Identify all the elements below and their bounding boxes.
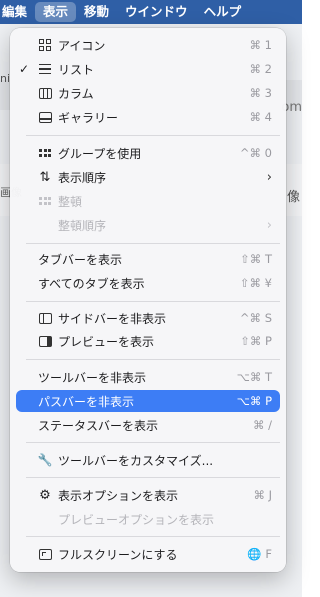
- chevron-right-icon: ›: [266, 217, 272, 233]
- gallery-icon: [38, 110, 52, 124]
- sidebar-icon: [38, 311, 52, 325]
- menu-item-label: すべてのタブを表示: [38, 276, 145, 291]
- menu-item-shortcut: ⌘ 4: [249, 110, 272, 124]
- gear-icon: ⚙: [39, 487, 51, 503]
- menu-item-shortcut: ^⌘ S: [239, 311, 272, 325]
- menu-item-show-status-bar[interactable]: ステータスバーを表示 ⌘ /: [16, 414, 280, 436]
- menu-item-label: 表示順序: [58, 170, 107, 185]
- menu-item-clean-up-by: 整頓順序 ›: [16, 214, 280, 236]
- menu-separator: [26, 477, 280, 478]
- menubar-view[interactable]: 表示: [35, 2, 77, 22]
- menu-item-columns[interactable]: カラム ⌘ 3: [16, 82, 280, 104]
- menu-item-label: ステータスバーを表示: [38, 418, 159, 433]
- menu-item-show-preview-options: プレビューオプションを表示: [16, 508, 280, 530]
- menu-item-label: フルスクリーンにする: [58, 547, 178, 562]
- menu-item-list[interactable]: ✓ リスト ⌘ 2: [16, 58, 280, 80]
- menu-item-customize-toolbar[interactable]: 🔧 ツールバーをカスタマイズ...: [16, 449, 280, 471]
- menu-item-label: 整頓順序: [58, 218, 107, 233]
- menu-item-hide-sidebar[interactable]: サイドバーを非表示 ^⌘ S: [16, 307, 280, 329]
- menu-item-shortcut: ⇧⌘ T: [240, 252, 272, 266]
- wrench-icon: 🔧: [37, 453, 53, 467]
- menu-item-show-all-tabs[interactable]: すべてのタブを表示 ⇧⌘ ¥: [16, 272, 280, 294]
- background-fragment-left: ni: [0, 72, 11, 85]
- menu-separator: [26, 135, 280, 136]
- chevron-right-icon: ›: [266, 169, 272, 185]
- menu-item-label: グループを使用: [58, 146, 142, 161]
- menu-item-shortcut: ⌘ 3: [249, 86, 272, 100]
- background-fragment-right2: 像: [286, 190, 300, 205]
- menu-item-hide-path-bar[interactable]: パスバーを非表示 ⌥⌘ P: [16, 390, 280, 412]
- view-menu: アイコン ⌘ 1 ✓ リスト ⌘ 2 カラム ⌘ 3 ギャラリー ⌘ 4 グルー…: [10, 28, 286, 572]
- menu-item-shortcut: 🌐 F: [247, 547, 272, 561]
- menu-item-shortcut: ⌥⌘ T: [236, 370, 272, 384]
- menu-item-label: カラム: [58, 86, 94, 101]
- menu-item-icons[interactable]: アイコン ⌘ 1: [16, 34, 280, 56]
- menu-item-label: プレビューを表示: [58, 334, 155, 349]
- menu-item-shortcut: ⇧⌘ ¥: [239, 276, 272, 290]
- menu-item-label: アイコン: [58, 38, 106, 53]
- menu-item-use-groups[interactable]: グループを使用 ^⌘ 0: [16, 142, 280, 164]
- preview-pane-icon: [38, 334, 52, 348]
- list-icon: [38, 62, 52, 76]
- menu-item-shortcut: ⇧⌘ P: [240, 334, 272, 348]
- fullscreen-icon: [38, 547, 52, 561]
- menubar-edit[interactable]: 編集: [0, 2, 35, 22]
- menu-item-label: タブバーを表示: [38, 252, 123, 267]
- menu-item-shortcut: ⌘ 1: [249, 38, 272, 52]
- columns-icon: [38, 86, 52, 100]
- menu-item-label: ツールバーを非表示: [38, 370, 147, 385]
- menu-item-sort-by[interactable]: ⇅ 表示順序 ›: [16, 166, 280, 188]
- menu-item-gallery[interactable]: ギャラリー ⌘ 4: [16, 106, 280, 128]
- menu-item-clean-up: 整頓: [16, 190, 280, 212]
- menu-bar: 編集 表示 移動 ウインドウ ヘルプ: [0, 0, 302, 24]
- menu-separator: [26, 359, 280, 360]
- menu-item-shortcut: ^⌘ 0: [239, 146, 272, 160]
- menu-item-shortcut: ⌘ J: [253, 488, 272, 502]
- menu-item-show-preview[interactable]: プレビューを表示 ⇧⌘ P: [16, 330, 280, 352]
- clean-up-icon: [38, 194, 52, 208]
- menu-item-show-view-options[interactable]: ⚙ 表示オプションを表示 ⌘ J: [16, 484, 280, 506]
- menubar-go[interactable]: 移動: [76, 2, 117, 22]
- menu-item-hide-toolbar[interactable]: ツールバーを非表示 ⌥⌘ T: [16, 366, 280, 388]
- menubar-help[interactable]: ヘルプ: [196, 2, 250, 22]
- menu-item-enter-full-screen[interactable]: フルスクリーンにする 🌐 F: [16, 543, 280, 565]
- menu-item-shortcut: ⌘ /: [252, 418, 272, 432]
- menu-item-label: ギャラリー: [58, 110, 119, 125]
- menu-item-shortcut: ⌥⌘ P: [236, 394, 272, 408]
- menu-item-shortcut: ⌘ 2: [249, 62, 272, 76]
- menu-item-label: パスバーを非表示: [38, 394, 135, 409]
- menu-item-label: プレビューオプションを表示: [58, 512, 215, 527]
- menu-item-show-tab-bar[interactable]: タブバーを表示 ⇧⌘ T: [16, 248, 280, 270]
- grid-icon: [38, 38, 52, 52]
- menu-item-label: 整頓: [58, 194, 83, 209]
- menu-separator: [26, 301, 280, 302]
- menu-item-label: 表示オプションを表示: [58, 488, 179, 503]
- menubar-window[interactable]: ウインドウ: [117, 2, 196, 22]
- checkmark-icon: ✓: [19, 62, 30, 76]
- menu-item-label: サイドバーを非表示: [58, 311, 167, 326]
- menu-separator: [26, 536, 280, 537]
- menu-separator: [26, 442, 280, 443]
- sort-arrows-icon: ⇅: [39, 169, 51, 185]
- group-icon: [38, 146, 52, 160]
- menu-separator: [26, 243, 280, 244]
- menu-item-label: リスト: [58, 62, 95, 77]
- menu-item-label: ツールバーをカスタマイズ...: [58, 453, 214, 468]
